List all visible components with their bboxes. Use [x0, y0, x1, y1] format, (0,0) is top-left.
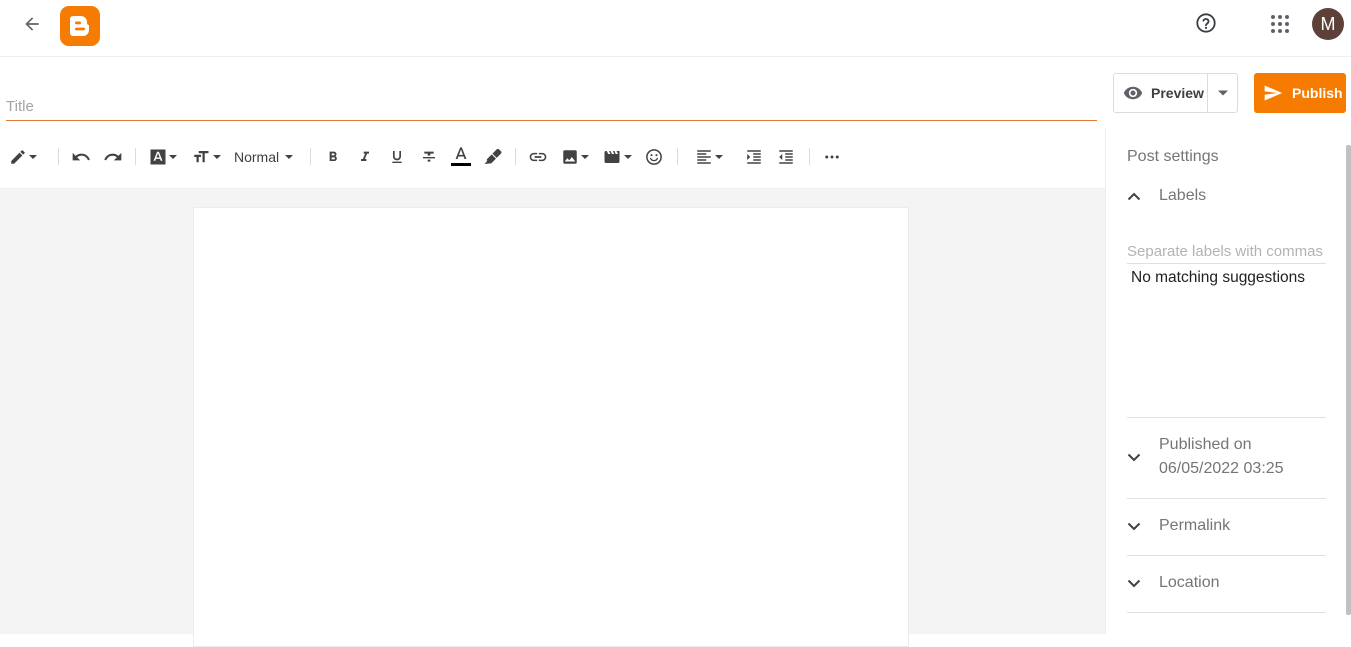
permalink-section-toggle[interactable]: Permalink — [1127, 514, 1326, 538]
toolbar-separator — [310, 148, 311, 165]
chevron-down-icon — [29, 155, 37, 159]
help-icon — [1196, 13, 1216, 33]
blogger-logo-icon[interactable] — [60, 6, 100, 46]
published-label: Published on — [1159, 436, 1252, 453]
undo-button[interactable] — [71, 146, 91, 168]
redo-icon — [104, 152, 122, 161]
font-button[interactable] — [149, 146, 177, 168]
paragraph-format-dropdown[interactable]: Normal — [234, 146, 294, 168]
chevron-down-icon — [285, 155, 294, 159]
chevron-down-icon — [715, 155, 723, 159]
send-icon — [1264, 85, 1283, 101]
underline-button[interactable] — [389, 146, 405, 168]
bold-icon — [329, 151, 337, 161]
bold-button[interactable] — [325, 146, 341, 168]
editor-canvas — [0, 189, 1105, 647]
title-input[interactable] — [6, 92, 1097, 121]
text-color-button[interactable] — [451, 146, 471, 168]
section-divider — [1127, 612, 1326, 613]
chevron-down-icon — [1127, 579, 1141, 587]
post-settings-panel: Post settings Labels No matching suggest… — [1105, 128, 1351, 634]
publish-button[interactable]: Publish — [1254, 73, 1346, 113]
chevron-down-icon — [1127, 522, 1141, 530]
text-color-swatch — [451, 163, 471, 166]
toolbar-separator — [135, 148, 136, 165]
section-divider — [1127, 555, 1326, 556]
published-date: 06/05/2022 03:25 — [1159, 460, 1284, 477]
insert-video-button[interactable] — [602, 146, 632, 168]
back-button[interactable] — [16, 8, 48, 40]
pencil-icon — [11, 150, 25, 164]
sidebar-scrollbar[interactable] — [1346, 145, 1351, 615]
text-size-button[interactable] — [191, 146, 221, 168]
labels-input[interactable] — [1127, 240, 1326, 264]
highlight-button[interactable] — [484, 146, 502, 168]
align-left-icon — [697, 150, 711, 164]
chevron-down-icon — [1217, 90, 1228, 96]
apps-grid-icon — [1271, 15, 1289, 33]
publish-label: Publish — [1292, 85, 1343, 101]
text-size-icon — [194, 151, 209, 163]
toolbar-separator — [58, 148, 59, 165]
preview-dropdown-button[interactable] — [1208, 74, 1237, 112]
link-button[interactable] — [528, 146, 548, 168]
insert-image-button[interactable] — [561, 146, 589, 168]
indent-button[interactable] — [745, 146, 763, 168]
preview-button[interactable]: Preview — [1114, 74, 1208, 112]
toolbar-separator — [515, 148, 516, 165]
italic-icon — [361, 151, 369, 161]
preview-button-group: Preview — [1113, 73, 1238, 113]
underline-icon — [392, 151, 402, 163]
location-label: Location — [1159, 574, 1220, 591]
outdent-button[interactable] — [777, 146, 795, 168]
more-icon — [825, 155, 839, 159]
toolbar-separator — [809, 148, 810, 165]
outdent-icon — [779, 150, 793, 164]
italic-button[interactable] — [357, 146, 373, 168]
location-section-toggle[interactable]: Location — [1127, 571, 1326, 595]
align-button[interactable] — [695, 146, 723, 168]
format-label: Normal — [234, 149, 280, 165]
top-bar: M — [0, 0, 1351, 57]
font-icon — [150, 149, 166, 165]
avatar[interactable]: M — [1312, 8, 1344, 40]
text-color-icon — [455, 147, 467, 159]
undo-icon — [72, 152, 90, 161]
chevron-down-icon — [1127, 453, 1141, 461]
chevron-down-icon — [169, 155, 177, 159]
emoji-icon — [646, 149, 662, 165]
toolbar-separator — [677, 148, 678, 165]
link-icon — [529, 152, 547, 162]
chevron-down-icon — [581, 155, 589, 159]
highlight-icon — [484, 148, 502, 164]
preview-label: Preview — [1151, 85, 1204, 101]
post-body-editor[interactable] — [193, 207, 909, 647]
permalink-label: Permalink — [1159, 517, 1231, 534]
section-divider — [1127, 498, 1326, 499]
image-icon — [563, 150, 577, 164]
back-arrow-icon — [25, 17, 39, 31]
published-section-toggle[interactable]: Published on 06/05/2022 03:25 — [1127, 433, 1326, 481]
strikethrough-icon — [423, 151, 435, 162]
indent-icon — [747, 150, 761, 164]
no-suggestions-text: No matching suggestions — [1131, 269, 1306, 286]
labels-section-toggle[interactable]: Labels — [1127, 184, 1326, 208]
edit-mode-button[interactable] — [9, 146, 37, 168]
apps-button[interactable] — [1264, 8, 1296, 40]
emoji-button[interactable] — [645, 146, 663, 168]
chevron-down-icon — [213, 155, 221, 159]
chevron-down-icon — [624, 155, 632, 159]
labels-heading: Labels — [1159, 187, 1207, 204]
strikethrough-button[interactable] — [421, 146, 437, 168]
editor-toolbar: Normal — [0, 132, 1105, 189]
help-button[interactable] — [1190, 7, 1222, 39]
video-icon — [604, 151, 620, 163]
chevron-up-icon — [1127, 192, 1141, 200]
eye-icon — [1123, 86, 1143, 100]
section-divider — [1127, 417, 1326, 418]
avatar-initial: M — [1320, 13, 1336, 34]
redo-button[interactable] — [103, 146, 123, 168]
post-settings-title: Post settings — [1127, 148, 1219, 165]
more-button[interactable] — [823, 146, 841, 168]
